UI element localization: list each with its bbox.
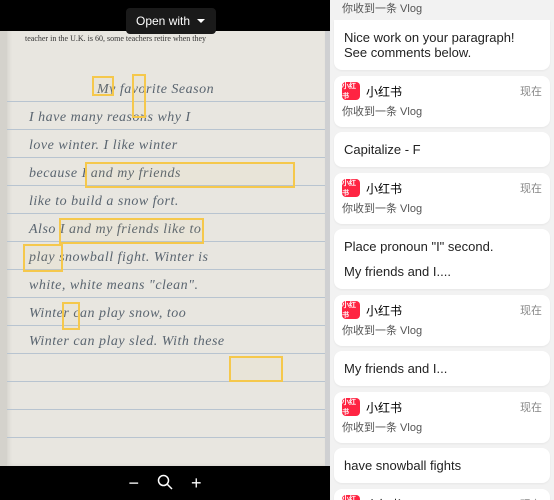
notification-subtitle: 你收到一条 Vlog (342, 200, 542, 216)
notification-body[interactable]: Capitalize - F (334, 132, 550, 167)
chevron-down-icon (196, 16, 206, 26)
xiaohongshu-icon: 小红书 (342, 495, 360, 500)
highlight-box (229, 356, 283, 382)
zoom-out-button[interactable]: − (128, 474, 139, 492)
notification-time: 现在 (520, 399, 542, 415)
xiaohongshu-icon: 小红书 (342, 82, 360, 100)
notebook-page: teacher in the U.K. is 60, some teachers… (0, 31, 325, 466)
notification-header[interactable]: 小红书 小红书 现在 你收到一条 Vlog (334, 76, 550, 127)
essay-line: Winter can play sled. With these (29, 334, 225, 350)
zoom-in-button[interactable]: + (191, 474, 202, 492)
highlight-box (92, 76, 114, 96)
document-image[interactable]: teacher in the U.K. is 60, some teachers… (0, 31, 330, 466)
open-with-label: Open with (136, 14, 190, 28)
notification-time: 现在 (520, 180, 542, 196)
app-name-label: 小红书 (366, 399, 402, 416)
notification-subtitle: 你收到一条 Vlog (342, 419, 542, 435)
notification-body-line: Place pronoun "I" second. (344, 239, 540, 254)
notification-time: 现在 (520, 496, 542, 500)
app-name-label: 小红书 (366, 302, 402, 319)
xiaohongshu-icon: 小红书 (342, 301, 360, 319)
notification-time: 现在 (520, 83, 542, 99)
app-name-label: 小红书 (366, 180, 402, 197)
essay-line: white, white means "clean". (29, 278, 199, 294)
notification-body[interactable]: Place pronoun "I" second. My friends and… (334, 229, 550, 289)
zoom-reset-button[interactable] (157, 474, 173, 493)
app-name-label: 小红书 (366, 83, 402, 100)
notification-header[interactable]: 小红书 小红书 现在 你收到一条 Vlog (334, 173, 550, 224)
highlight-box (62, 302, 80, 330)
printed-header-text: teacher in the U.K. is 60, some teachers… (25, 34, 206, 43)
highlight-box (23, 244, 63, 272)
highlight-box (85, 162, 295, 188)
notification-subtitle: 你收到一条 Vlog (342, 103, 542, 119)
notification-body-line: My friends and I.... (344, 264, 540, 279)
xiaohongshu-icon: 小红书 (342, 179, 360, 197)
magnifier-icon (157, 474, 173, 490)
image-viewer-pane: Open with teacher in the U.K. is 60, som… (0, 0, 330, 500)
essay-line: like to build a snow fort. (29, 194, 179, 210)
notification-subtitle: 你收到一条 Vlog (342, 322, 542, 338)
essay-line: I have many reasons why I (29, 110, 191, 126)
essay-line: love winter. I like winter (29, 138, 178, 154)
notification-body[interactable]: My friends and I... (334, 351, 550, 386)
essay-title: My favorite Season (97, 82, 214, 98)
notification-header[interactable]: 小红书 小红书 现在 你收到一条 Vlog (334, 489, 550, 500)
notification-header[interactable]: 小红书 小红书 现在 你收到一条 Vlog (334, 392, 550, 443)
notification-subtitle: 你收到一条 Vlog (330, 0, 554, 20)
highlight-box (132, 74, 146, 118)
zoom-toolbar: − + (0, 466, 330, 500)
highlight-box (59, 218, 204, 244)
notification-time: 现在 (520, 302, 542, 318)
notification-panel: 你收到一条 Vlog Nice work on your paragraph! … (330, 0, 554, 500)
essay-line: Winter can play snow, too (29, 306, 186, 322)
xiaohongshu-icon: 小红书 (342, 398, 360, 416)
notification-body[interactable]: Nice work on your paragraph! See comment… (334, 20, 550, 70)
notification-header[interactable]: 小红书 小红书 现在 你收到一条 Vlog (334, 295, 550, 346)
open-with-button[interactable]: Open with (126, 8, 216, 34)
app-name-label: 小红书 (366, 496, 402, 500)
notification-body[interactable]: have snowball fights (334, 448, 550, 483)
